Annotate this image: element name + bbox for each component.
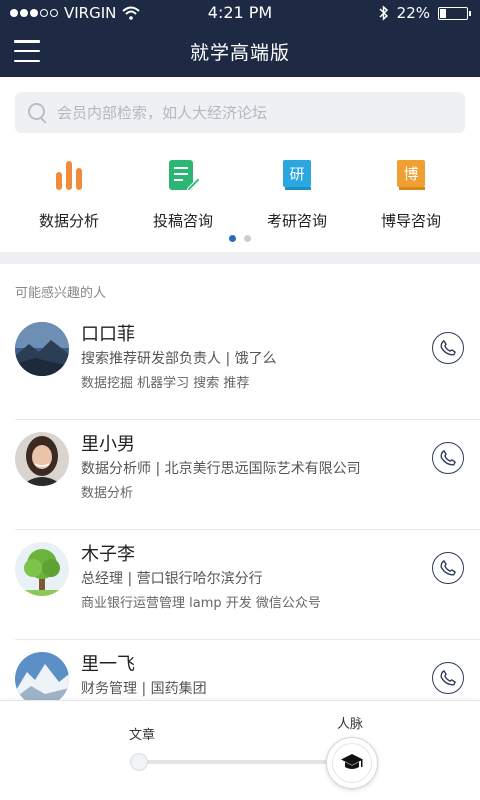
svg-text:研: 研 (289, 165, 304, 183)
call-button[interactable] (432, 552, 464, 584)
category-row: 数据分析 投稿咨询 研 考研咨询 博 博导咨询 (0, 158, 480, 231)
person-card[interactable]: 里小男 数据分析师 | 北京美行思远国际艺术有限公司 数据分析 (0, 420, 480, 530)
battery-icon (438, 6, 471, 20)
book-bo-icon: 博 (397, 160, 425, 190)
person-name: 里小男 (81, 434, 135, 455)
battery-percent: 22% (396, 4, 430, 22)
category-label: 数据分析 (38, 212, 99, 230)
page-indicator (0, 235, 480, 242)
person-card[interactable]: 木子李 总经理 | 营口银行哈尔滨分行 商业银行运营管理 lamp 开发 微信公… (0, 530, 480, 640)
person-info: 总经理 | 营口银行哈尔滨分行 (81, 571, 263, 587)
phone-icon (440, 670, 456, 686)
phone-icon (440, 560, 456, 576)
call-button[interactable] (432, 332, 464, 364)
book-yan-icon: 研 (283, 160, 311, 190)
article-knob[interactable] (130, 753, 148, 771)
app-header: VIRGIN 4:21 PM 22% 就学高端版 (0, 0, 480, 77)
category-label: 考研咨询 (266, 212, 327, 230)
avatar (15, 432, 69, 486)
svg-text:博: 博 (403, 165, 418, 183)
person-name: 口口菲 (81, 324, 135, 345)
person-tags: 商业银行运营管理 lamp 开发 微信公众号 (81, 596, 321, 611)
search-input[interactable] (57, 103, 447, 122)
graduation-cap-icon (341, 754, 363, 769)
search-bar[interactable] (15, 92, 465, 133)
person-tags: 数据挖掘 机器学习 搜索 推荐 (81, 376, 250, 391)
tab-network-label[interactable]: 人脉 (337, 713, 363, 732)
call-button[interactable] (432, 662, 464, 694)
call-button[interactable] (432, 442, 464, 474)
category-data-analysis[interactable]: 数据分析 (14, 158, 124, 231)
person-info: 数据分析师 | 北京美行思远国际艺术有限公司 (81, 461, 361, 477)
phone-icon (440, 450, 456, 466)
avatar (15, 542, 69, 596)
page-dot[interactable] (244, 235, 251, 242)
search-icon (27, 102, 49, 124)
switch-track[interactable] (140, 760, 355, 764)
page-dot-active[interactable] (229, 235, 236, 242)
bar-chart-icon (56, 161, 82, 190)
status-right: 22% (379, 4, 471, 22)
status-bar: VIRGIN 4:21 PM 22% (0, 0, 480, 26)
phone-icon (440, 340, 456, 356)
person-info: 财务管理 | 国药集团 (81, 681, 207, 697)
page-title: 就学高端版 (189, 42, 290, 64)
category-postgrad[interactable]: 研 考研咨询 (242, 158, 352, 231)
section-title: 可能感兴趣的人 (15, 286, 107, 301)
bluetooth-icon (379, 5, 388, 21)
tab-article-label[interactable]: 文章 (129, 724, 155, 743)
section-divider (0, 252, 480, 264)
category-label: 博导咨询 (380, 212, 441, 230)
category-label: 投稿咨询 (152, 212, 213, 230)
network-knob[interactable] (326, 737, 378, 789)
category-phd-advisor[interactable]: 博 博导咨询 (356, 158, 466, 231)
document-edit-icon (169, 160, 201, 192)
person-tags: 数据分析 (81, 486, 134, 501)
category-submission[interactable]: 投稿咨询 (128, 158, 238, 231)
person-card[interactable]: 口口菲 搜索推荐研发部负责人 | 饿了么 数据挖掘 机器学习 搜索 推荐 (0, 310, 480, 420)
avatar (15, 652, 69, 706)
person-info: 搜索推荐研发部负责人 | 饿了么 (81, 351, 277, 367)
bottom-switch-bar: 文章 人脉 (0, 700, 480, 800)
person-name: 木子李 (81, 544, 135, 565)
person-name: 里一飞 (81, 654, 135, 675)
avatar (15, 322, 69, 376)
